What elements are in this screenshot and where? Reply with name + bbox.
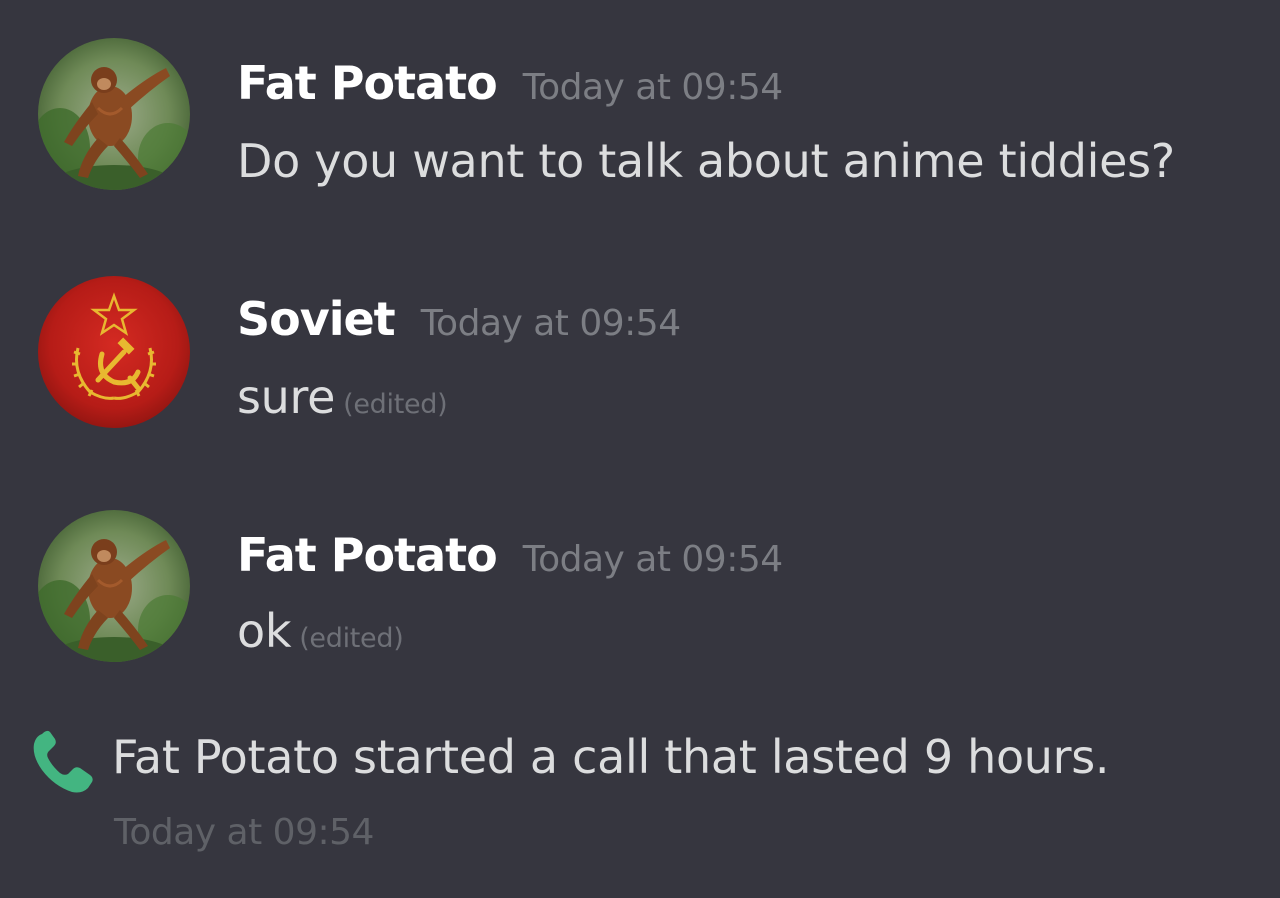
edited-label: (edited) [343,389,448,420]
message-content: Do you want to talk about anime tiddies? [237,134,1175,188]
orangutan-avatar-icon[interactable] [38,510,190,662]
message-text: sure (edited) [237,370,448,424]
message-timestamp: Today at 09:54 [420,303,681,344]
username[interactable]: Soviet [237,292,396,346]
chat-log: Fat Potato Today at 09:54 Do you want to … [0,0,1280,898]
message-timestamp: Today at 09:54 [522,67,783,108]
phone-icon [33,730,93,793]
username[interactable]: Fat Potato [237,528,498,582]
message-text: ok (edited) [237,604,404,658]
orangutan-avatar-icon[interactable] [38,38,190,190]
message-text: Do you want to talk about anime tiddies? [237,134,1175,188]
edited-label: (edited) [299,623,404,654]
message-content: ok [237,604,292,658]
call-text: Fat Potato started a call that lasted 9 … [112,730,1110,784]
call-system-message: Fat Potato started a call that lasted 9 … [0,720,1280,890]
message-content: sure [237,370,336,424]
soviet-emblem-avatar-icon[interactable] [38,276,190,428]
call-timestamp: Today at 09:54 [114,812,374,853]
message-timestamp: Today at 09:54 [522,539,783,580]
username[interactable]: Fat Potato [237,56,498,110]
